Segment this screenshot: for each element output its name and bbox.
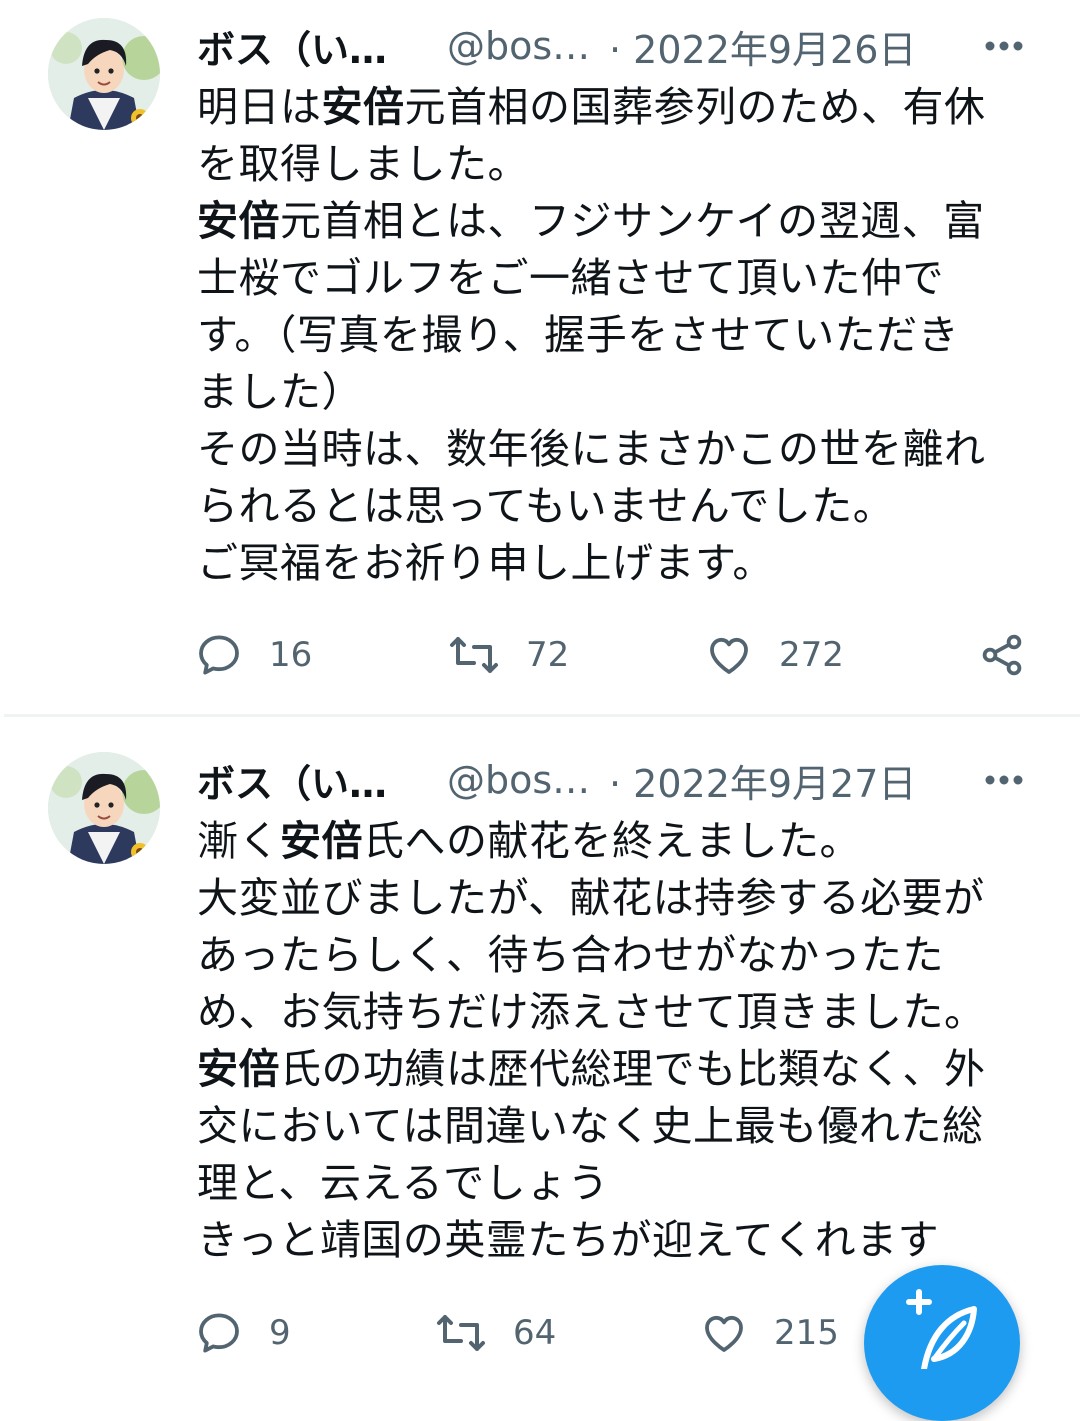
text-run: あったらしく、待ち合わせがなかったた — [197, 931, 944, 979]
like-button[interactable]: 272 — [705, 627, 844, 683]
tweet-text-line: 士桜でゴルフをご一緒させて頂いた仲で — [197, 250, 1007, 307]
text-run: 大変並びましたが、献花は持参する必要が — [197, 874, 985, 922]
author-handle[interactable]: @bos… — [447, 24, 590, 68]
tweet-text-line: 安倍氏の功績は歴代総理でも比類なく、外 — [197, 1041, 1007, 1098]
like-button[interactable]: 215 — [700, 1305, 839, 1361]
tweet-text-line: ご冥福をお祈り申し上げます。 — [197, 535, 1007, 592]
highlighted-text: 安倍 — [321, 83, 405, 131]
author-handle[interactable]: @bos… — [447, 758, 590, 802]
text-run: 士桜でゴルフをご一緒させて頂いた仲で — [197, 254, 944, 302]
tweet-text-line: ました） — [197, 364, 1007, 421]
like-count: 272 — [779, 635, 844, 675]
reply-count: 9 — [269, 1313, 291, 1353]
tweet-timestamp[interactable]: · 2022年9月27日 — [609, 753, 916, 808]
retweet-button[interactable]: 64 — [435, 1305, 556, 1361]
retweet-button[interactable]: 72 — [448, 627, 569, 683]
text-run: 氏への献花を終えました。 — [363, 817, 861, 865]
tweet-timestamp[interactable]: · 2022年9月26日 — [609, 19, 916, 74]
tweet-text-line: られるとは思ってもいませんでした。 — [197, 478, 1007, 535]
compose-tweet-icon — [906, 1289, 977, 1372]
tweet-text: 明日は安倍元首相の国葬参列のため、有休 を取得しました。 安倍元首相とは、フジサンケ… — [197, 79, 1007, 592]
retweet-icon — [437, 1315, 485, 1351]
tweet-1[interactable]: ボス（い… @bos… · 2022年9月26日 明日は安倍元首相の国葬参列のた… — [0, 0, 1080, 714]
retweet-icon — [450, 637, 498, 673]
author-name[interactable]: ボス（い… — [197, 19, 387, 74]
avatar[interactable] — [48, 752, 160, 864]
tweet-text: 漸く安倍氏への献花を終えました。 大変並びましたが、献花は持参する必要が あったらし… — [197, 813, 1007, 1269]
retweet-count: 64 — [513, 1313, 557, 1353]
reply-icon — [199, 635, 239, 675]
text-run: その当時は、数年後にまさかこの世を離れ — [197, 425, 986, 473]
text-run: られるとは思ってもいませんでした。 — [197, 482, 895, 530]
more-horizontal-icon[interactable] — [982, 24, 1026, 68]
text-run: す。（写真を撮り、握手をさせていただき — [197, 311, 960, 359]
text-run: きっと靖国の英霊たちが迎えてくれます — [197, 1216, 940, 1264]
highlighted-text: 安倍 — [197, 197, 280, 245]
tweet-text-line: め、お気持ちだけ添えさせて頂きました。 — [197, 984, 1007, 1041]
share-icon — [982, 634, 1022, 676]
text-run: 明日は — [197, 83, 322, 131]
text-run: ご冥福をお祈り申し上げます。 — [197, 539, 774, 587]
more-horizontal-icon[interactable] — [982, 758, 1026, 802]
avatar[interactable] — [48, 18, 160, 130]
tweet-text-line: を取得しました。 — [197, 136, 1007, 193]
text-run: 理と、云えるでしょう — [197, 1159, 610, 1207]
tweet-text-line: その当時は、数年後にまさかこの世を離れ — [197, 421, 1007, 478]
reply-button[interactable]: 9 — [195, 1305, 291, 1361]
tweet-actions: 16 72 272 — [195, 627, 1045, 683]
tweet-text-line: 安倍元首相とは、フジサンケイの翌週、富 — [197, 193, 1007, 250]
tweet-text-line: 明日は安倍元首相の国葬参列のため、有休 — [197, 79, 1007, 136]
heart-icon — [710, 637, 748, 674]
tweet-text-line: あったらしく、待ち合わせがなかったた — [197, 927, 1007, 984]
tweet-text-line: 漸く安倍氏への献花を終えました。 — [197, 813, 1007, 870]
retweet-count: 72 — [526, 635, 570, 675]
text-run: 交においては間違いなく史上最も優れた総 — [197, 1102, 984, 1150]
reply-count: 16 — [269, 635, 313, 675]
highlighted-text: 安倍 — [280, 817, 363, 865]
text-run: め、お気持ちだけ添えさせて頂きました。 — [197, 988, 986, 1036]
heart-icon — [705, 1315, 743, 1352]
text-run: 氏の功績は歴代総理でも比類なく、外 — [280, 1045, 986, 1093]
text-run: 元首相の国葬参列のため、有休 — [404, 83, 986, 131]
highlighted-text: 安倍 — [197, 1045, 280, 1093]
share-button[interactable] — [978, 627, 1026, 683]
text-run: ました） — [197, 368, 363, 416]
tweet-text-line: 理と、云えるでしょう — [197, 1155, 1007, 1212]
text-run: 漸く — [197, 817, 280, 865]
reply-icon — [199, 1313, 239, 1353]
text-run: を取得しました。 — [197, 140, 529, 188]
author-name[interactable]: ボス（い… — [197, 753, 387, 808]
text-run: 元首相とは、フジサンケイの翌週、富 — [280, 197, 985, 245]
tweet-text-line: 交においては間違いなく史上最も優れた総 — [197, 1098, 1007, 1155]
reply-button[interactable]: 16 — [195, 627, 312, 683]
tweet-text-line: す。（写真を撮り、握手をさせていただき — [197, 307, 1007, 364]
like-count: 215 — [774, 1313, 839, 1353]
tweet-text-line: きっと靖国の英霊たちが迎えてくれます — [197, 1212, 1007, 1269]
tweet-text-line: 大変並びましたが、献花は持参する必要が — [197, 870, 1007, 927]
compose-tweet-button[interactable] — [864, 1265, 1020, 1421]
